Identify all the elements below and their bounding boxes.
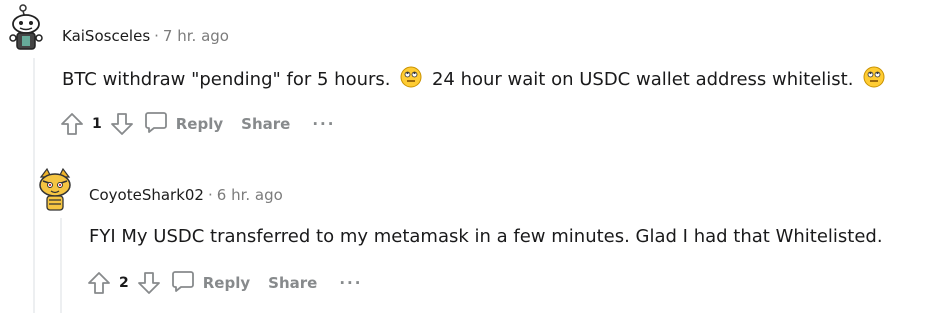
upvote-icon[interactable] (85, 269, 113, 297)
timestamp[interactable]: 6 hr. ago (217, 186, 283, 204)
reply-label: Reply (175, 115, 224, 133)
downvote-icon[interactable] (108, 110, 136, 138)
more-options-button[interactable]: ··· (312, 115, 335, 133)
username[interactable]: KaiSosceles (62, 27, 150, 45)
comment-meta: KaiSosceles · 7 hr. ago (62, 27, 229, 45)
upvote-icon[interactable] (58, 110, 86, 138)
separator: · (154, 27, 159, 45)
snoo-avatar-icon (39, 167, 71, 211)
avatar[interactable] (4, 2, 48, 54)
eye-roll-emoji-icon (863, 66, 885, 93)
reply-button[interactable]: Reply (144, 110, 223, 138)
username[interactable]: CoyoteShark02 (89, 186, 204, 204)
snoo-avatar-icon (9, 4, 43, 50)
comment-bubble-icon (144, 110, 168, 138)
comment-text: 24 hour wait on USDC wallet address whit… (431, 69, 854, 90)
comment-text: FYI My USDC transferred to my metamask i… (89, 226, 883, 247)
comment-actions: 2 Reply Share ··· (85, 268, 362, 298)
comment-meta: CoyoteShark02 · 6 hr. ago (89, 186, 283, 204)
share-button[interactable]: Share (268, 274, 317, 292)
downvote-icon[interactable] (135, 269, 163, 297)
share-button[interactable]: Share (241, 115, 290, 133)
more-options-button[interactable]: ··· (339, 274, 362, 292)
thread-line[interactable] (60, 218, 62, 313)
comment-bubble-icon (171, 269, 195, 297)
reply-label: Reply (202, 274, 251, 292)
reply-button[interactable]: Reply (171, 269, 250, 297)
separator: · (207, 186, 213, 204)
avatar[interactable] (33, 167, 77, 213)
comment-text: BTC withdraw "pending" for 5 hours. (62, 69, 391, 90)
comment-body: FYI My USDC transferred to my metamask i… (89, 226, 883, 247)
timestamp[interactable]: 7 hr. ago (163, 27, 229, 45)
comment-actions: 1 Reply Share ··· (58, 109, 335, 139)
comment-body: BTC withdraw "pending" for 5 hours. 24 h… (62, 66, 885, 93)
eye-roll-emoji-icon (400, 66, 422, 93)
vote-count: 1 (92, 116, 102, 132)
vote-count: 2 (119, 275, 129, 291)
